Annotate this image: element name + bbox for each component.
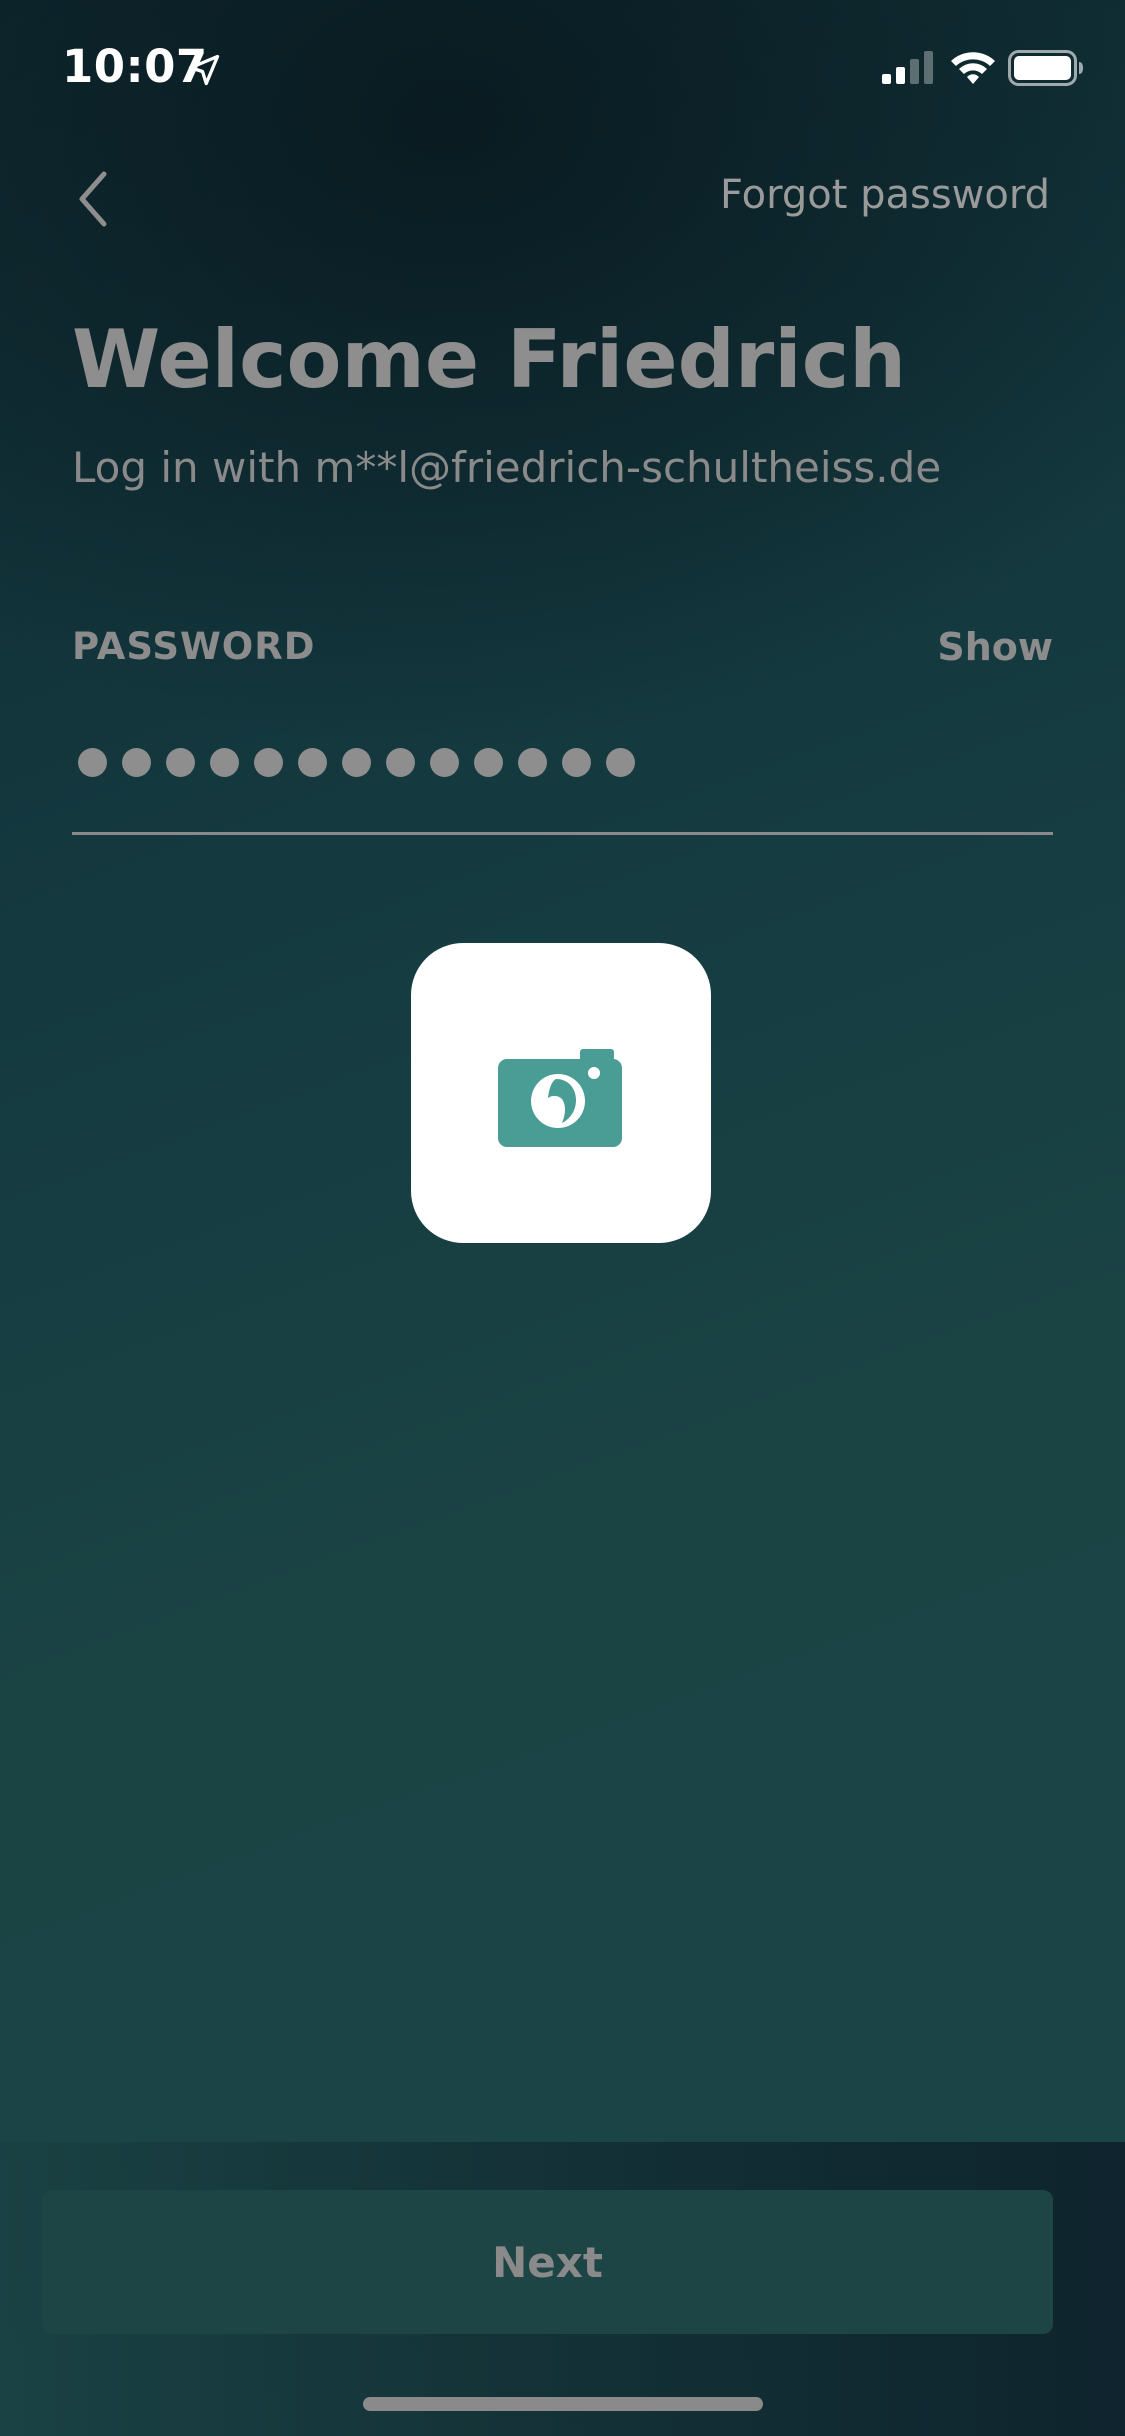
chevron-left-icon[interactable] [68,164,118,234]
password-mask-dot [386,748,415,777]
wifi-icon [951,52,995,84]
password-mask-dot [122,748,151,777]
password-mask-dot [210,748,239,777]
app-icon-tile [411,943,711,1243]
home-indicator[interactable] [363,2397,763,2411]
password-label: PASSWORD [72,625,316,668]
password-mask-dot [254,748,283,777]
password-mask-dot [606,748,635,777]
login-email-subtitle: Log in with m**l@friedrich-schultheiss.d… [72,443,942,492]
next-button[interactable]: Next [42,2190,1053,2334]
next-button-label: Next [492,2237,603,2287]
cellular-signal-icon [882,51,933,84]
login-screen: 10:07 Forgot password Welcome Friedrich … [0,0,1125,2436]
show-password-button[interactable]: Show [937,625,1053,669]
battery-icon [1008,50,1083,86]
password-mask-dot [166,748,195,777]
password-mask-dot [474,748,503,777]
password-mask-dot [518,748,547,777]
password-mask-dot [78,748,107,777]
forgot-password-link[interactable]: Forgot password [720,172,1050,218]
password-mask-dot [430,748,459,777]
password-mask-dot [342,748,371,777]
password-mask [78,748,635,777]
camera-icon [498,1049,622,1147]
password-underline [72,832,1053,835]
password-mask-dot [562,748,591,777]
password-input[interactable] [72,730,1053,830]
page-title: Welcome Friedrich [72,313,907,406]
location-arrow-icon [188,54,220,86]
password-mask-dot [298,748,327,777]
